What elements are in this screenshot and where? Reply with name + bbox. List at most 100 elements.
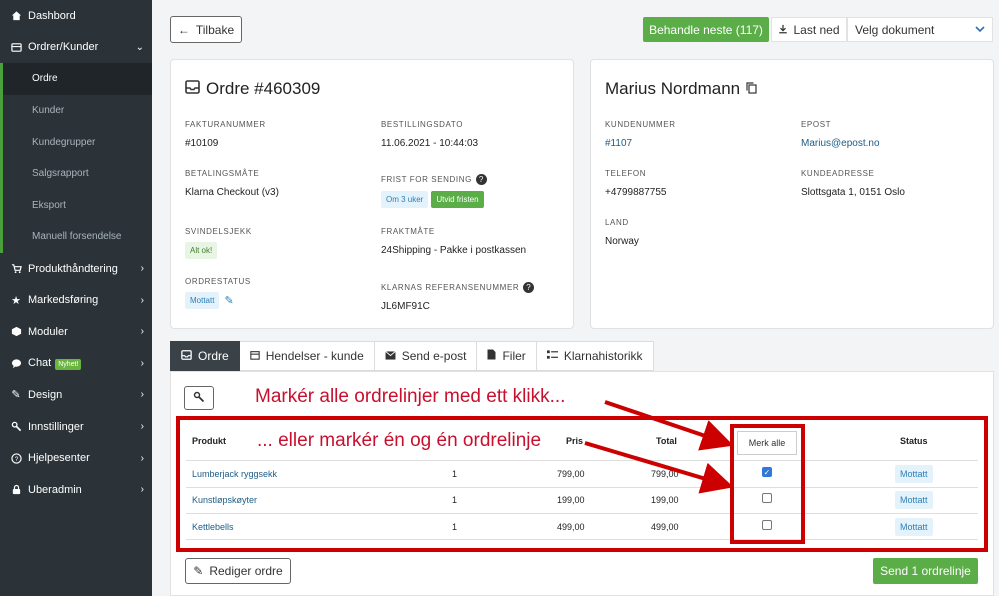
sidebar-item-label: Moduler (28, 325, 68, 338)
envelope-icon (385, 349, 396, 363)
chat-icon (10, 357, 22, 369)
edit-order-button[interactable]: ✎ Rediger ordre (185, 558, 291, 584)
edit-status-icon[interactable]: ✎ (224, 294, 233, 307)
customer-number-field: KUNDENUMMER #1107 (605, 120, 676, 149)
customer-number-link[interactable]: #1107 (605, 138, 676, 149)
sidebar-item-chat[interactable]: Chat Nyhet! › (0, 348, 152, 380)
chevron-right-icon: › (140, 294, 144, 306)
tab-send-epost[interactable]: Send e-post (374, 341, 478, 371)
order-title: Ordre #460309 (185, 79, 320, 99)
help-icon[interactable]: ? (475, 174, 487, 185)
new-badge: Nyhet! (55, 359, 82, 371)
sidebar-item-ordrer-kunder[interactable]: Ordrer/Kunder ⌄ (0, 32, 152, 64)
sidebar-item-label: Hjelpesenter (28, 452, 90, 465)
cube-icon (10, 326, 22, 338)
highlight-frame-checkboxes (730, 424, 805, 544)
calendar-icon (249, 349, 260, 363)
customer-card: Marius Nordmann KUNDENUMMER #1107 EPOST … (590, 59, 994, 329)
file-icon (487, 349, 496, 363)
home-icon (10, 10, 22, 22)
sidebar-item-moduler[interactable]: Moduler › (0, 316, 152, 348)
extend-deadline-button[interactable]: Utvid fristen (431, 191, 484, 208)
sidebar-item-label: Uberadmin (28, 483, 82, 496)
invoice-field: FAKTURANUMMER #10109 (185, 120, 266, 149)
tool-button[interactable] (184, 386, 214, 410)
sidebar-subitem-ordre[interactable]: Ordre (0, 63, 152, 95)
order-tabs: Ordre Hendelser - kunde Send e-post File… (170, 341, 654, 371)
tab-klarnahistorikk[interactable]: Klarnahistorikk (536, 341, 654, 371)
order-status-badge: Mottatt (185, 292, 220, 309)
sidebar-item-label: Markedsføring (28, 294, 99, 307)
sidebar-subitem-eksport[interactable]: Eksport (0, 189, 152, 222)
customer-name: Marius Nordmann (605, 79, 757, 99)
lock-icon (10, 484, 22, 496)
deadline-badge: Om 3 uker (381, 191, 429, 208)
star-icon: ★ (11, 294, 21, 307)
sidebar: Dashbord Ordrer/Kunder ⌄ Ordre Kunder Ku… (0, 0, 152, 596)
sidebar-item-markedsforing[interactable]: ★ Markedsføring › (0, 284, 152, 316)
chevron-down-icon (975, 24, 985, 36)
document-select[interactable]: Velg dokument (847, 17, 993, 42)
sidebar-subitem-manuell-forsendelse[interactable]: Manuell forsendelse (0, 221, 152, 253)
customer-email-link[interactable]: Marius@epost.no (801, 138, 880, 149)
order-date-field: BESTILLINGSDATO 11.06.2021 - 10:44:03 (381, 120, 479, 149)
wrench-icon (193, 391, 205, 406)
chevron-right-icon: › (140, 326, 144, 338)
pencil-icon: ✎ (11, 389, 21, 402)
deadline-field: FRIST FOR SENDING? Om 3 uker Utvid frist… (381, 174, 487, 208)
tab-hendelser[interactable]: Hendelser - kunde (239, 341, 375, 371)
sidebar-subitem-kundegrupper[interactable]: Kundegrupper (0, 126, 152, 158)
inbox-icon (181, 349, 192, 363)
order-card: Ordre #460309 FAKTURANUMMER #10109 BESTI… (170, 59, 574, 329)
sidebar-item-label: Ordrer/Kunder (28, 41, 99, 54)
back-button[interactable]: ← Tilbake (170, 16, 242, 43)
annotation-mark-all: Markér alle ordrelinjer med ett klikk... (255, 386, 566, 407)
fraud-status-badge: Alt ok! (185, 242, 218, 259)
sidebar-subitem-salgsrapport[interactable]: Salgsrapport (0, 157, 152, 190)
svg-text:?: ? (14, 455, 18, 462)
inbox-icon (185, 79, 200, 99)
chevron-down-icon: ⌄ (135, 41, 144, 53)
help-icon[interactable]: ? (523, 282, 535, 293)
sidebar-item-innstillinger[interactable]: Innstillinger › (0, 411, 152, 443)
chevron-right-icon: › (140, 484, 144, 496)
tab-ordre[interactable]: Ordre (170, 341, 240, 371)
copy-icon[interactable] (746, 79, 757, 99)
customer-phone-field: TELEFON +4799887755 (605, 169, 667, 198)
sidebar-item-label: Design (28, 388, 63, 401)
customer-address-field: KUNDEADRESSE Slottsgata 1, 0151 Oslo (801, 169, 905, 198)
send-order-lines-button[interactable]: Send 1 ordrelinje (873, 558, 978, 584)
payment-field: BETALINGSMÅTE Klarna Checkout (v3) (185, 169, 279, 198)
pencil-icon: ✎ (193, 564, 204, 578)
sidebar-item-label: Innstillinger (28, 420, 84, 433)
sidebar-item-dashbord[interactable]: Dashbord (0, 0, 152, 32)
klarna-ref-field: KLARNAS REFERANSENUMMER? JL6MF91C (381, 282, 535, 312)
customer-country-field: LAND Norway (605, 218, 639, 247)
download-icon (778, 23, 788, 37)
sidebar-item-design[interactable]: ✎ Design › (0, 379, 152, 411)
annotation-mark-each: ... eller markér én og én ordrelinje (257, 430, 542, 451)
download-button[interactable]: Last ned (771, 17, 847, 42)
help-icon: ? (10, 452, 22, 464)
list-icon (10, 41, 22, 53)
cart-icon (10, 263, 22, 275)
sidebar-item-label: Produkthåndtering (28, 262, 118, 275)
sidebar-item-label: Dashbord (28, 9, 76, 22)
tab-filer[interactable]: Filer (477, 341, 537, 371)
arrow-left-icon: ← (177, 22, 190, 37)
sidebar-item-produkthandtering[interactable]: Produkthåndtering › (0, 253, 152, 285)
sidebar-item-label: Chat Nyhet! (28, 357, 137, 371)
chevron-right-icon: › (140, 452, 144, 464)
wrench-icon (10, 421, 22, 433)
sidebar-item-uberadmin[interactable]: Uberadmin › (0, 474, 152, 506)
fraud-check-field: SVINDELSJEKK Alt ok! (185, 227, 252, 259)
process-next-button[interactable]: Behandle neste (117) (643, 17, 769, 42)
sidebar-subitem-kunder[interactable]: Kunder (0, 94, 152, 127)
chevron-right-icon: › (140, 357, 144, 369)
chevron-right-icon: › (140, 389, 144, 401)
order-status-field: ORDRESTATUS Mottatt ✎ (185, 277, 251, 309)
shipping-field: FRAKTMÅTE 24Shipping - Pakke i postkasse… (381, 227, 527, 256)
chevron-right-icon: › (140, 421, 144, 433)
chevron-right-icon: › (140, 263, 144, 275)
sidebar-item-hjelpesenter[interactable]: ? Hjelpesenter › (0, 442, 152, 474)
